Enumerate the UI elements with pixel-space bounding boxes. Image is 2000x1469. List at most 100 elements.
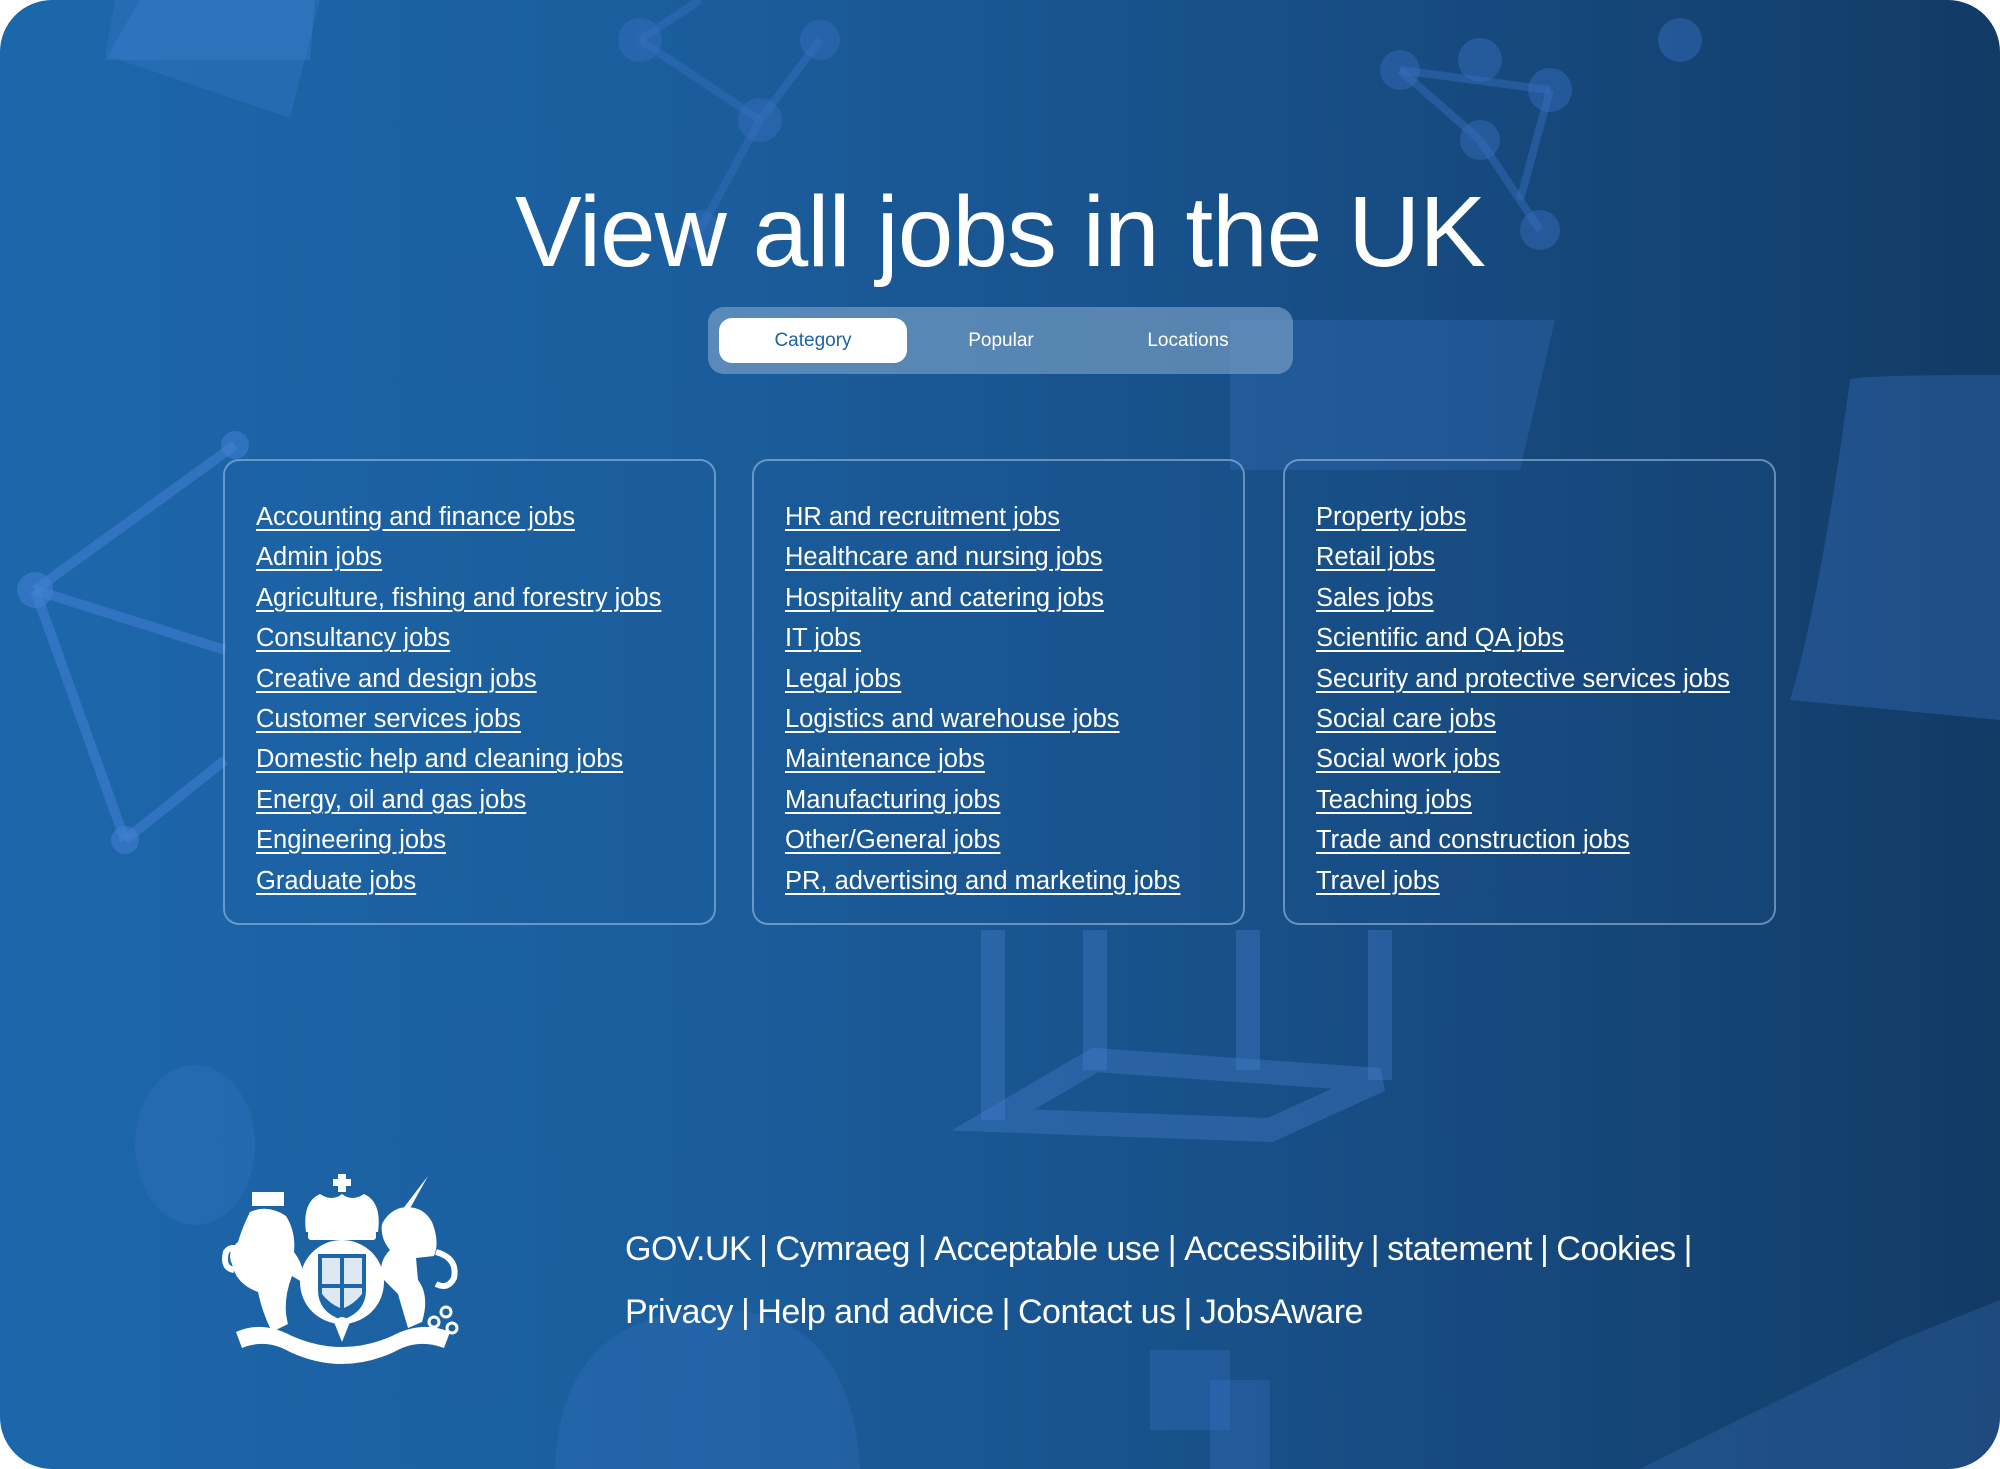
deco-box-top-left xyxy=(105,0,315,60)
footer-separator: | xyxy=(1370,1230,1380,1268)
category-link[interactable]: Consultancy jobs xyxy=(256,624,450,652)
category-link[interactable]: Legal jobs xyxy=(785,665,901,693)
list-item: Admin jobs xyxy=(256,537,714,577)
footer-separator: | xyxy=(740,1293,750,1331)
footer-separator: | xyxy=(759,1230,768,1268)
list-item: Consultancy jobs xyxy=(256,618,714,658)
deco-cylinder-right xyxy=(1790,375,2000,720)
category-link[interactable]: Accounting and finance jobs xyxy=(256,503,575,531)
list-item: IT jobs xyxy=(785,618,1243,658)
footer-row-1: GOV.UK | Cymraeg | Acceptable use | Accessibil… xyxy=(625,1218,1775,1281)
category-link[interactable]: Healthcare and nursing jobs xyxy=(785,543,1103,571)
category-link[interactable]: Customer services jobs xyxy=(256,705,521,733)
footer-separator: | xyxy=(917,1230,927,1268)
category-link[interactable]: Energy, oil and gas jobs xyxy=(256,786,526,814)
category-link[interactable]: Security and protective services jobs xyxy=(1316,665,1730,693)
deco-lattice-left xyxy=(17,431,249,854)
footer-link-accessibility[interactable]: Accessibility xyxy=(1184,1230,1363,1268)
category-link[interactable]: Teaching jobs xyxy=(1316,786,1472,814)
footer-link-contact-us[interactable]: Contact us xyxy=(1018,1293,1176,1331)
footer-link-help-and-advice[interactable]: Help and advice xyxy=(757,1293,994,1331)
list-item: Maintenance jobs xyxy=(785,739,1243,779)
footer-link-privacy[interactable]: Privacy xyxy=(625,1293,733,1331)
category-card-2: HR and recruitment jobs Healthcare and n… xyxy=(752,459,1245,925)
footer-separator: | xyxy=(1001,1293,1011,1331)
royal-coat-of-arms-icon xyxy=(222,1174,459,1364)
category-link[interactable]: Maintenance jobs xyxy=(785,745,985,773)
category-list-1: Accounting and finance jobs Admin jobs A… xyxy=(225,461,714,901)
category-link[interactable]: Retail jobs xyxy=(1316,543,1435,571)
tab-locations[interactable]: Locations xyxy=(1094,318,1282,363)
list-item: Manufacturing jobs xyxy=(785,780,1243,820)
list-item: Customer services jobs xyxy=(256,699,714,739)
footer-link-acceptable-use[interactable]: Acceptable use xyxy=(934,1230,1160,1268)
category-link[interactable]: Graduate jobs xyxy=(256,867,416,895)
deco-slab-top-left xyxy=(105,0,320,118)
list-item: Accounting and finance jobs xyxy=(256,497,714,537)
list-item: Graduate jobs xyxy=(256,861,714,901)
category-card-1: Accounting and finance jobs Admin jobs A… xyxy=(223,459,716,925)
footer-link-govuk[interactable]: GOV.UK xyxy=(625,1230,752,1268)
tab-category[interactable]: Category xyxy=(719,318,907,363)
deco-cross-bottom xyxy=(1150,1350,1270,1469)
category-link[interactable]: Hospitality and catering jobs xyxy=(785,584,1104,612)
list-item: PR, advertising and marketing jobs xyxy=(785,861,1243,901)
list-item: Creative and design jobs xyxy=(256,659,714,699)
category-card-3: Property jobs Retail jobs Sales jobs Sci… xyxy=(1283,459,1776,925)
footer-link-cymraeg[interactable]: Cymraeg xyxy=(775,1230,910,1268)
list-item: Scientific and QA jobs xyxy=(1316,618,1774,658)
list-item: Travel jobs xyxy=(1316,861,1774,901)
category-link[interactable]: Domestic help and cleaning jobs xyxy=(256,745,623,773)
list-item: Engineering jobs xyxy=(256,820,714,860)
category-link[interactable]: Travel jobs xyxy=(1316,867,1440,895)
list-item: Hospitality and catering jobs xyxy=(785,578,1243,618)
list-item: Social care jobs xyxy=(1316,699,1774,739)
list-item: Logistics and warehouse jobs xyxy=(785,699,1243,739)
category-list-3: Property jobs Retail jobs Sales jobs Sci… xyxy=(1285,461,1774,901)
list-item: Property jobs xyxy=(1316,497,1774,537)
list-item: Security and protective services jobs xyxy=(1316,659,1774,699)
list-item: Legal jobs xyxy=(785,659,1243,699)
footer-link-jobsaware[interactable]: JobsAware xyxy=(1200,1293,1364,1331)
list-item: Social work jobs xyxy=(1316,739,1774,779)
category-list-2: HR and recruitment jobs Healthcare and n… xyxy=(754,461,1243,901)
footer-links: GOV.UK | Cymraeg | Acceptable use | Accessibil… xyxy=(625,1218,1775,1344)
category-link[interactable]: Trade and construction jobs xyxy=(1316,826,1630,854)
footer-separator: | xyxy=(1539,1230,1549,1268)
footer-link-cookies[interactable]: Cookies xyxy=(1556,1230,1676,1268)
list-item: Trade and construction jobs xyxy=(1316,820,1774,860)
list-item: Energy, oil and gas jobs xyxy=(256,780,714,820)
category-link[interactable]: HR and recruitment jobs xyxy=(785,503,1060,531)
category-link[interactable]: Sales jobs xyxy=(1316,584,1434,612)
category-link[interactable]: Other/General jobs xyxy=(785,826,1000,854)
list-item: Retail jobs xyxy=(1316,537,1774,577)
list-item: Sales jobs xyxy=(1316,578,1774,618)
category-link[interactable]: Property jobs xyxy=(1316,503,1466,531)
footer-separator: | xyxy=(1167,1230,1177,1268)
list-item: Domestic help and cleaning jobs xyxy=(256,739,714,779)
category-tabs: Category Popular Locations xyxy=(708,307,1293,374)
category-link[interactable]: Logistics and warehouse jobs xyxy=(785,705,1120,733)
category-link[interactable]: Scientific and QA jobs xyxy=(1316,624,1564,652)
list-item: Healthcare and nursing jobs xyxy=(785,537,1243,577)
footer-separator: | xyxy=(1683,1230,1693,1268)
list-item: Agriculture, fishing and forestry jobs xyxy=(256,578,714,618)
category-link[interactable]: Creative and design jobs xyxy=(256,665,537,693)
category-link[interactable]: IT jobs xyxy=(785,624,861,652)
footer-link-statement[interactable]: statement xyxy=(1387,1230,1532,1268)
list-item: HR and recruitment jobs xyxy=(785,497,1243,537)
list-item: Other/General jobs xyxy=(785,820,1243,860)
list-item: Teaching jobs xyxy=(1316,780,1774,820)
category-link[interactable]: Manufacturing jobs xyxy=(785,786,1000,814)
category-link[interactable]: Engineering jobs xyxy=(256,826,446,854)
category-link[interactable]: Admin jobs xyxy=(256,543,382,571)
footer-separator: | xyxy=(1183,1293,1193,1331)
category-link[interactable]: Social work jobs xyxy=(1316,745,1500,773)
tab-popular[interactable]: Popular xyxy=(907,318,1095,363)
footer-row-2: Privacy | Help and advice | Contact us | JobsA… xyxy=(625,1281,1775,1344)
page-background: View all jobs in the UK Category Popular… xyxy=(0,0,2000,1469)
category-link[interactable]: Agriculture, fishing and forestry jobs xyxy=(256,584,661,612)
page-title: View all jobs in the UK xyxy=(514,176,1486,288)
category-link[interactable]: PR, advertising and marketing jobs xyxy=(785,867,1180,895)
category-link[interactable]: Social care jobs xyxy=(1316,705,1496,733)
